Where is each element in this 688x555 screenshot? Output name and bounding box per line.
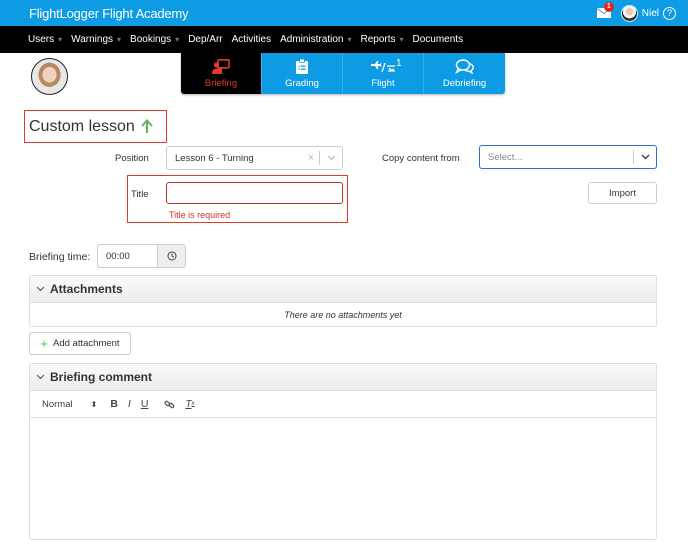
arrow-up-icon[interactable] [141, 119, 153, 134]
import-button[interactable]: Import [588, 182, 657, 204]
attachments-panel: Attachments There are no attachments yet [29, 275, 657, 327]
step-label: Flight [371, 77, 395, 89]
lesson-steps: Briefing Grading 1 Flight Debriefing [181, 53, 505, 94]
nav-label: Users [28, 34, 55, 45]
briefing-time-input[interactable] [97, 244, 157, 268]
position-select[interactable]: Lesson 6 - Turning × [166, 146, 343, 170]
updown-icon: ⬍ [90, 399, 98, 409]
position-label: Position [115, 153, 149, 164]
copy-content-placeholder: Select... [488, 151, 523, 163]
attachments-empty-text: There are no attachments yet [284, 309, 402, 320]
briefing-comment-title: Briefing comment [50, 370, 153, 384]
clipboard-icon [296, 59, 308, 75]
step-grading[interactable]: Grading [262, 53, 343, 94]
chevron-down-icon[interactable] [320, 155, 342, 161]
chat-bubbles-icon [454, 59, 475, 75]
step-briefing[interactable]: Briefing [181, 53, 262, 94]
nav-label: Documents [412, 34, 464, 45]
nav-administration[interactable]: Administration ▾ [280, 34, 351, 45]
caret-down-icon: ▾ [175, 35, 180, 44]
format-select[interactable]: Normal ⬍ [42, 398, 98, 410]
step-label: Grading [285, 77, 319, 89]
briefing-comment-panel: Briefing comment Normal ⬍ B I U Tx [29, 363, 657, 540]
import-label: Import [609, 187, 636, 199]
title-label: Title [131, 189, 149, 200]
caret-down-icon: ▾ [399, 35, 404, 44]
nav-reports[interactable]: Reports ▾ [360, 34, 403, 45]
help-icon[interactable]: ? [663, 6, 676, 20]
nav-users[interactable]: Users ▾ [28, 34, 62, 45]
user-avatar[interactable] [620, 4, 638, 22]
mail-badge: 1 [603, 2, 614, 12]
title-error-text: Title is required [169, 210, 231, 220]
lesson-title-box: Custom lesson [24, 110, 167, 143]
nav-label: Dep/Arr [188, 34, 223, 45]
clear-format-icon[interactable]: Tx [185, 399, 194, 410]
briefing-comment-editor[interactable] [30, 418, 656, 539]
nav-documents[interactable]: Documents [413, 34, 464, 45]
mail-icon[interactable]: 1 [596, 2, 614, 18]
position-value: Lesson 6 - Turning [175, 152, 254, 164]
page-title: Custom lesson [29, 117, 135, 135]
caret-down-icon: ▾ [58, 35, 63, 44]
nav-label: Activities [231, 34, 272, 45]
clear-icon[interactable]: × [303, 152, 319, 164]
copy-content-label: Copy content from [382, 153, 460, 164]
add-attachment-label: Add attachment [53, 338, 120, 349]
step-label: Debriefing [442, 77, 487, 89]
link-icon[interactable] [164, 399, 175, 410]
briefing-time-label: Briefing time: [29, 251, 91, 263]
student-avatar [31, 58, 68, 95]
flight-icon [370, 59, 396, 75]
copy-content-select[interactable]: Select... [479, 145, 657, 169]
chevron-down-icon[interactable] [634, 154, 656, 160]
add-attachment-button[interactable]: + Add attachment [29, 332, 131, 355]
caret-down-icon: ▾ [117, 35, 122, 44]
editor-toolbar: Normal ⬍ B I U Tx [30, 391, 656, 418]
briefing-time-group [97, 244, 186, 268]
presentation-icon [212, 59, 230, 75]
nav-activities[interactable]: Activities [232, 34, 271, 45]
step-flight[interactable]: 1 Flight [343, 53, 424, 94]
format-value: Normal [42, 398, 73, 410]
italic-icon[interactable]: I [128, 398, 131, 410]
top-right-controls: 1 Niel ? [596, 0, 688, 26]
app-title[interactable]: FlightLogger Flight Academy [29, 6, 189, 21]
step-debriefing[interactable]: Debriefing [424, 53, 505, 94]
attachments-title: Attachments [50, 282, 123, 296]
nav-warnings[interactable]: Warnings ▾ [71, 34, 121, 45]
nav-bookings[interactable]: Bookings ▾ [130, 34, 179, 45]
top-bar: FlightLogger Flight Academy 1 Niel ? [0, 0, 688, 26]
nav-label: Warnings [71, 34, 114, 45]
title-input[interactable] [166, 182, 343, 204]
chevron-down-icon [36, 286, 45, 292]
nav-label: Bookings [130, 34, 172, 45]
nav-label: Reports [360, 34, 396, 45]
main-nav: Users ▾ Warnings ▾ Bookings ▾ Dep/Arr Activ… [0, 26, 688, 53]
nav-dep-arr[interactable]: Dep/Arr [188, 34, 222, 45]
chevron-down-icon [36, 374, 45, 380]
caret-down-icon: ▾ [347, 35, 352, 44]
bold-icon[interactable]: B [110, 398, 118, 410]
plus-icon: + [40, 335, 49, 351]
underline-icon[interactable]: U [141, 398, 149, 410]
user-name[interactable]: Niel [642, 8, 659, 19]
nav-label: Administration [280, 34, 344, 45]
briefing-comment-header[interactable]: Briefing comment [30, 364, 656, 391]
step-label: Briefing [204, 77, 238, 89]
flight-count: 1 [396, 58, 402, 69]
attachments-header[interactable]: Attachments [30, 276, 656, 303]
clock-icon[interactable] [157, 244, 186, 268]
